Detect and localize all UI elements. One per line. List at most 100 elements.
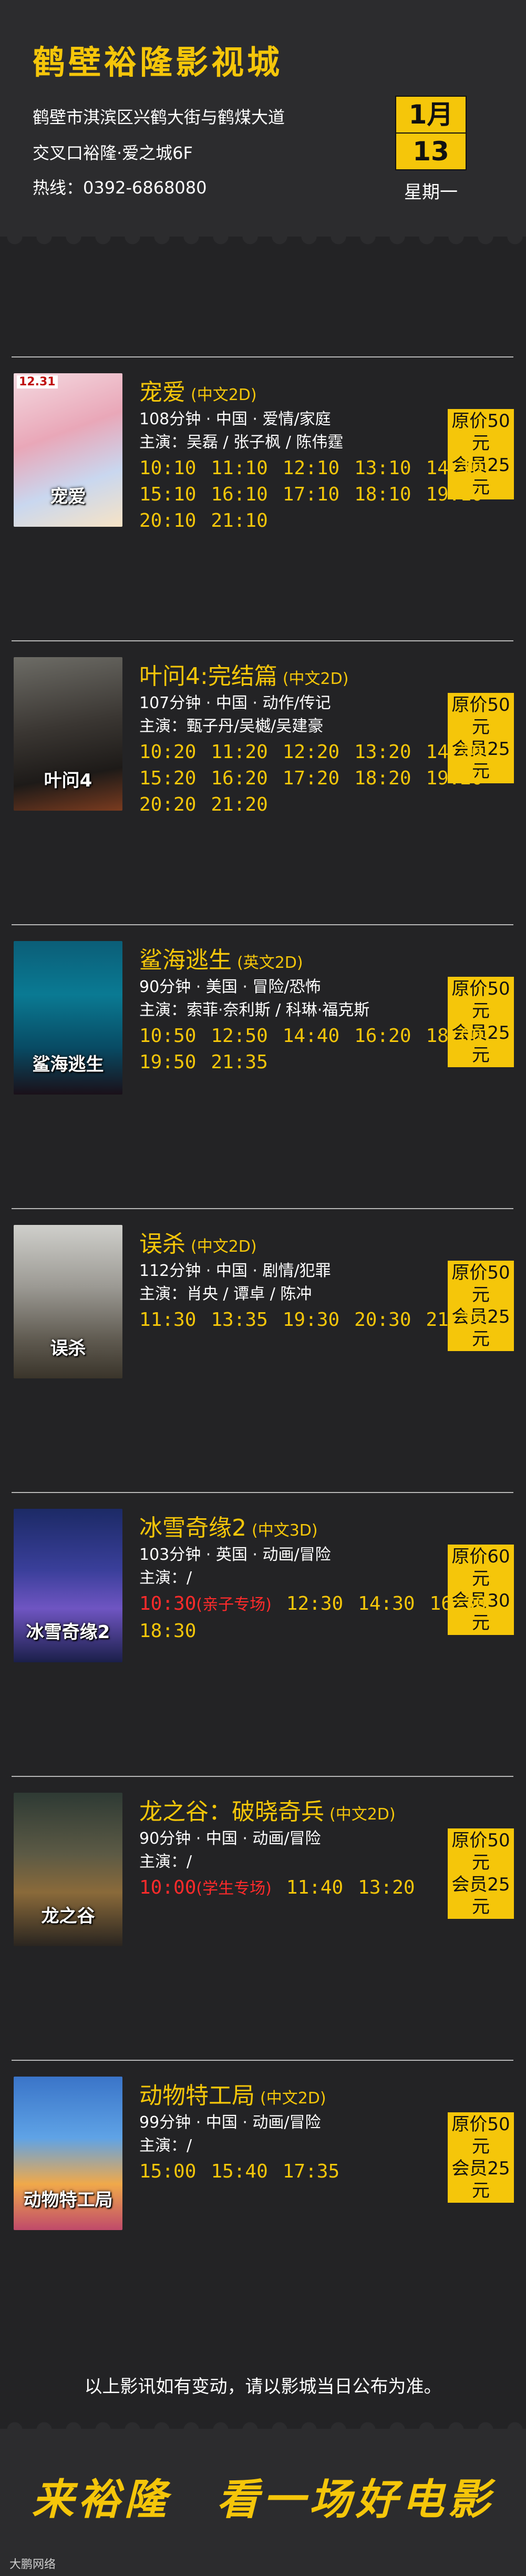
showtime-slot[interactable]: 13:10: [354, 455, 411, 482]
price-original: 原价50元: [451, 694, 510, 738]
price-original: 原价50元: [451, 2114, 510, 2157]
showtime-special-time: 10:30: [139, 1593, 197, 1614]
showtime-slot[interactable]: 12:10: [283, 455, 339, 482]
movie-version: (中文2D): [329, 1805, 396, 1824]
showtime-slot[interactable]: 16:20: [211, 765, 267, 792]
movie-info: 108分钟 · 中国 · 爱情/家庭: [139, 410, 331, 428]
movie-poster[interactable]: 宠爱 12.31: [14, 373, 122, 527]
movie-version: (中文2D): [282, 670, 349, 688]
movie-version: (英文2D): [237, 954, 303, 972]
price-badge: 原价50元 会员25元: [448, 1828, 514, 1919]
slogan: 来裕隆 看一场好电影: [32, 2475, 494, 2524]
movie-cast: 主演：/: [139, 1853, 192, 1871]
showtime-slot[interactable]: 11:20: [211, 739, 267, 765]
showtime-slot[interactable]: 16:20: [354, 1023, 411, 1049]
showtime-slot[interactable]: 17:20: [283, 765, 339, 792]
movie-title[interactable]: 龙之谷：破晓奇兵 (中文2D): [139, 1793, 396, 1826]
showtime-slot[interactable]: 10:10: [139, 455, 196, 482]
showtimes: 10:30(亲子专场) 12:30 14:30 16:30 18:30: [139, 1591, 518, 1644]
showtime-special[interactable]: 10:00(学生专场): [139, 1875, 272, 1902]
showtime-slot[interactable]: 16:10: [211, 482, 267, 508]
movie-poster[interactable]: 鲨海逃生: [14, 941, 122, 1095]
showtime-slot[interactable]: 15:20: [139, 765, 196, 792]
showtime-slot[interactable]: 15:40: [211, 2159, 267, 2185]
showtime-slot[interactable]: 21:35: [426, 1307, 483, 1333]
showtime-slot[interactable]: 14:10: [426, 455, 483, 482]
showtime-slot[interactable]: 17:35: [283, 2159, 339, 2185]
movie-poster[interactable]: 叶问4: [14, 657, 122, 811]
showtime-slot[interactable]: 12:50: [211, 1023, 267, 1049]
showtime-special-time: 10:00: [139, 1877, 197, 1898]
hotline: 热线：0392-6868080: [33, 178, 207, 198]
showtime-slot[interactable]: 15:10: [139, 482, 196, 508]
showtime-slot[interactable]: 16:30: [430, 1591, 487, 1617]
movie-divider: [12, 924, 513, 925]
movie-divider: [12, 356, 513, 357]
movie-info: 99分钟 · 中国 · 动画/冒险: [139, 2113, 321, 2132]
movie-title[interactable]: 动物特工局 (中文2D): [139, 2077, 326, 2110]
poster-title: 误杀: [50, 1338, 86, 1359]
movie-title-text: 动物特工局: [139, 2082, 255, 2109]
showtime-slot[interactable]: 19:10: [426, 482, 483, 508]
showtime-slot[interactable]: 21:20: [211, 792, 267, 818]
movie-poster[interactable]: 龙之谷: [14, 1793, 122, 1946]
showtime-slot[interactable]: 19:30: [283, 1307, 339, 1333]
showtime-slot[interactable]: 21:35: [211, 1049, 267, 1076]
showtime-slot[interactable]: 18:10: [354, 482, 411, 508]
movie-poster[interactable]: 动物特工局: [14, 2077, 122, 2230]
showtime-slot[interactable]: 10:50: [139, 1023, 196, 1049]
showtime-slot[interactable]: 13:20: [358, 1875, 415, 1901]
movie-info: 112分钟 · 中国 · 剧情/犯罪: [139, 1262, 331, 1280]
address-line-2: 交叉口裕隆·爱之城6F: [33, 143, 193, 163]
movie-title[interactable]: 冰雪奇缘2 (中文3D): [139, 1509, 318, 1542]
header: 鹤壁裕隆影视城 鹤壁市淇滨区兴鹤大街与鹤煤大道 交叉口裕隆·爱之城6F 热线：0…: [0, 0, 526, 237]
showtime-slot[interactable]: 21:10: [211, 508, 267, 534]
movie-poster[interactable]: 冰雪奇缘2: [14, 1509, 122, 1662]
showtime-slot[interactable]: 18:20: [354, 765, 411, 792]
showtime-slot[interactable]: 10:20: [139, 739, 196, 765]
showtime-special-label: (亲子专场): [196, 1596, 272, 1614]
showtime-slot[interactable]: 13:20: [354, 739, 411, 765]
showtime-special[interactable]: 10:30(亲子专场): [139, 1591, 272, 1618]
movie-title[interactable]: 宠爱 (中文2D): [139, 373, 257, 407]
movie-divider: [12, 1776, 513, 1777]
showtime-slot[interactable]: 19:50: [139, 1049, 196, 1076]
movie-version: (中文2D): [260, 2089, 326, 2108]
showtime-slot[interactable]: 20:30: [354, 1307, 411, 1333]
showtime-slot[interactable]: 12:30: [286, 1591, 343, 1617]
poster-release-label: 12.31: [17, 375, 58, 389]
showtime-slot[interactable]: 14:40: [283, 1023, 339, 1049]
showtime-slot[interactable]: 19:20: [426, 765, 483, 792]
showtimes: 15:00 15:40 17:35: [139, 2159, 518, 2185]
showtime-slot[interactable]: 15:00: [139, 2159, 196, 2185]
movie-cast: 主演：/: [139, 2137, 192, 2155]
movie-title[interactable]: 鲨海逃生 (英文2D): [139, 941, 303, 975]
poster-title: 龙之谷: [41, 1906, 95, 1927]
movie-version: (中文2D): [191, 386, 257, 404]
price-original: 原价50元: [451, 1262, 510, 1305]
showtime-slot[interactable]: 14:20: [426, 739, 483, 765]
showtime-slot[interactable]: 20:10: [139, 508, 196, 534]
showtime-slot[interactable]: 18:30: [139, 1618, 196, 1644]
showtime-slot[interactable]: 20:20: [139, 792, 196, 818]
movie-title[interactable]: 误杀 (中文2D): [139, 1225, 257, 1259]
movie-title[interactable]: 叶问4:完结篇 (中文2D): [139, 657, 348, 691]
showtime-slot[interactable]: 11:30: [139, 1307, 196, 1333]
showtime-slot[interactable]: 11:40: [286, 1875, 343, 1901]
showtime-slot[interactable]: 11:10: [211, 455, 267, 482]
movie-poster[interactable]: 误杀: [14, 1225, 122, 1378]
movie-title-text: 叶问4:完结篇: [139, 663, 277, 690]
showtime-slot[interactable]: 17:10: [283, 482, 339, 508]
poster-title: 冰雪奇缘2: [26, 1622, 110, 1643]
showtime-slot[interactable]: 14:30: [358, 1591, 415, 1617]
price-original: 原价50元: [451, 1830, 510, 1873]
movie-info: 90分钟 · 美国 · 冒险/恐怖: [139, 978, 321, 996]
movie-divider: [12, 640, 513, 641]
showtimes: 10:10 11:10 12:10 13:10 14:10 15:10 16:10 17:10…: [139, 455, 518, 534]
showtime-slot[interactable]: 13:35: [211, 1307, 267, 1333]
watermark: 大鹏网络: [9, 2558, 56, 2571]
showtime-slot[interactable]: 18:00: [426, 1023, 483, 1049]
movie-title-text: 冰雪奇缘2: [139, 1515, 246, 1541]
movie-info: 90分钟 · 中国 · 动画/冒险: [139, 1829, 321, 1848]
showtime-slot[interactable]: 12:20: [283, 739, 339, 765]
